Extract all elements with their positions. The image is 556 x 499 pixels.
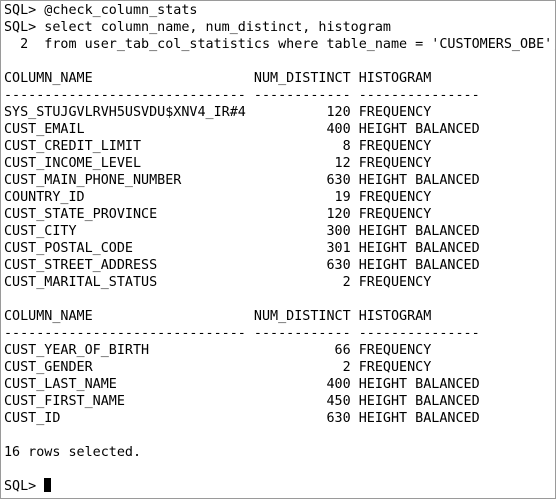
result-header-line: COLUMN_NAME NUM_DISTINCT HISTOGRAM [4,309,432,324]
result-row: CUST_STREET_ADDRESS 630 HEIGHT BALANCED [4,258,480,273]
result-row: COUNTRY_ID 19 FREQUENCY [4,190,432,205]
result-row: CUST_MAIN_PHONE_NUMBER 630 HEIGHT BALANC… [4,173,480,188]
text-cursor [44,478,52,492]
console-line: 2 from user_tab_col_statistics where tab… [4,37,556,52]
result-row: CUST_STATE_PROVINCE 120 FREQUENCY [4,207,432,222]
result-separator-line: ------------------------------ ---------… [4,88,480,103]
rows-selected-message: 16 rows selected. [4,445,142,460]
sqlplus-terminal-window[interactable]: SQL> @check_column_stats SQL> select colu… [0,0,556,499]
console-line: SQL> @check_column_stats [4,3,198,18]
result-row: SYS_STUJGVLRVH5USVDU$XNV4_IR#4 120 FREQU… [4,105,432,120]
result-row: CUST_POSTAL_CODE 301 HEIGHT BALANCED [4,241,480,256]
result-row: CUST_YEAR_OF_BIRTH 66 FREQUENCY [4,343,432,358]
console-line: SQL> select column_name, num_distinct, h… [4,20,391,35]
result-row: CUST_CITY 300 HEIGHT BALANCED [4,224,480,239]
sql-prompt: SQL> [4,479,45,494]
terminal-output: SQL> @check_column_stats SQL> select colu… [4,2,556,495]
result-header-line: COLUMN_NAME NUM_DISTINCT HISTOGRAM [4,71,432,86]
result-row: CUST_ID 630 HEIGHT BALANCED [4,411,480,426]
result-row: CUST_FIRST_NAME 450 HEIGHT BALANCED [4,394,480,409]
result-row: CUST_LAST_NAME 400 HEIGHT BALANCED [4,377,480,392]
result-row: CUST_INCOME_LEVEL 12 FREQUENCY [4,156,432,171]
result-row: CUST_GENDER 2 FREQUENCY [4,360,432,375]
result-row: CUST_CREDIT_LIMIT 8 FREQUENCY [4,139,432,154]
result-row: CUST_EMAIL 400 HEIGHT BALANCED [4,122,480,137]
result-row: CUST_MARITAL_STATUS 2 FREQUENCY [4,275,432,290]
result-separator-line: ------------------------------ ---------… [4,326,480,341]
command-prompt-line[interactable]: SQL> [4,478,555,495]
